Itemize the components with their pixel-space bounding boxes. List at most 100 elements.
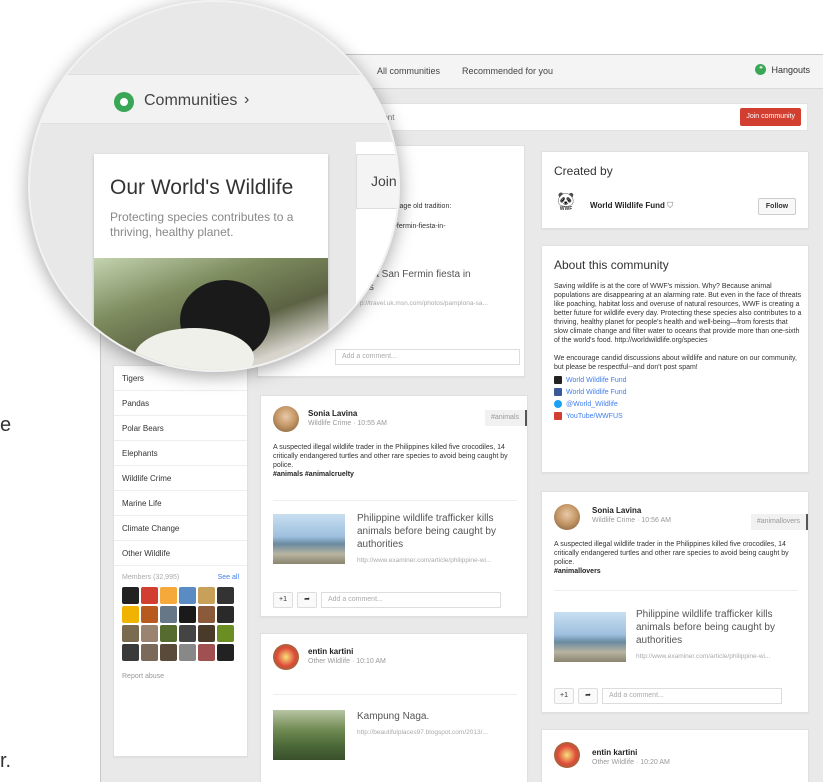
nav-item-wildlife-crime[interactable]: Wildlife Crime	[114, 466, 247, 491]
post-meta: Other Wildlife · 10:10 AM	[308, 658, 386, 665]
share-icon[interactable]: ➦	[578, 688, 598, 704]
nav-item-climate-change[interactable]: Climate Change	[114, 516, 247, 541]
left-edge-fragment-1: e	[0, 414, 12, 436]
link-url[interactable]: http://beautifulplaces97.blogspot.com/20…	[357, 729, 521, 736]
post-category[interactable]: Wildlife Crime	[308, 420, 351, 427]
nav-item-pandas[interactable]: Pandas	[114, 391, 247, 416]
divider	[273, 500, 517, 501]
link-title[interactable]: Philippine wildlife trafficker kills ani…	[636, 608, 802, 647]
member-avatar[interactable]	[160, 606, 177, 623]
post-category[interactable]: Wildlife Crime	[592, 517, 635, 524]
chevron-right-icon: ›	[244, 91, 250, 108]
link-preview[interactable]: Kampung Naga. http://beautifulplaces97.b…	[357, 710, 521, 736]
member-avatar[interactable]	[217, 587, 234, 604]
member-avatar[interactable]	[160, 587, 177, 604]
member-avatar[interactable]	[141, 625, 158, 642]
link-preview[interactable]: Philippine wildlife trafficker kills ani…	[357, 512, 521, 564]
wwf-logo[interactable]: 🐼 WWF	[556, 192, 576, 212]
created-by-title: Created by	[554, 164, 613, 178]
member-avatar-grid	[114, 581, 247, 667]
member-avatar[interactable]	[179, 625, 196, 642]
link-url[interactable]: http://www.examiner.com/article/philippi…	[357, 557, 521, 564]
post-author[interactable]: Sonia Lavina	[592, 506, 671, 515]
avatar[interactable]	[554, 504, 580, 530]
member-avatar[interactable]	[198, 625, 215, 642]
nav-item-elephants[interactable]: Elephants	[114, 441, 247, 466]
link-wwf[interactable]: World Wildlife Fund	[554, 376, 802, 384]
post-category[interactable]: Other Wildlife	[592, 759, 634, 766]
created-by-card: Created by 🐼 WWF World Wildlife Fund ⛉ F…	[541, 151, 809, 229]
member-avatar[interactable]	[179, 587, 196, 604]
post-meta: Wildlife Crime · 10:55 AM	[308, 420, 387, 427]
post-hashtags[interactable]: #animals #animalcruelty	[273, 471, 523, 478]
link-title[interactable]: Kampung Naga.	[357, 710, 521, 723]
post-category[interactable]: Other Wildlife	[308, 658, 350, 665]
follow-button[interactable]: Follow	[758, 198, 796, 215]
plus-one-button[interactable]: +1	[554, 688, 574, 704]
see-all-link[interactable]: See all	[218, 574, 239, 581]
member-avatar[interactable]	[122, 625, 139, 642]
avatar[interactable]	[273, 406, 299, 432]
post-time[interactable]: 10:10 AM	[356, 658, 386, 665]
member-avatar[interactable]	[122, 644, 139, 661]
creator-name[interactable]: World Wildlife Fund ⛉	[590, 201, 673, 211]
add-comment-input[interactable]: Add a comment...	[602, 688, 782, 704]
add-comment-input[interactable]: Add a comment...	[321, 592, 501, 608]
post-card-right: Sonia Lavina Wildlife Crime · 10:56 AM #…	[541, 491, 809, 713]
nav-item-polar-bears[interactable]: Polar Bears	[114, 416, 247, 441]
communities-breadcrumb[interactable]: Communities	[144, 92, 237, 110]
join-community-button[interactable]: Join community	[740, 108, 801, 126]
post-author[interactable]: entin kartini	[308, 647, 386, 656]
nav-item-other-wildlife[interactable]: Other Wildlife	[114, 541, 247, 566]
link-thumbnail[interactable]	[273, 514, 345, 564]
post-author[interactable]: Sonia Lavina	[308, 409, 387, 418]
post-author[interactable]: entin kartini	[592, 748, 670, 757]
member-avatar[interactable]	[160, 625, 177, 642]
link-facebook[interactable]: World Wildlife Fund	[554, 388, 802, 396]
avatar[interactable]	[554, 742, 580, 768]
link-preview[interactable]: Philippine wildlife trafficker kills ani…	[636, 608, 802, 660]
members-header: Members (32,995) See all	[114, 566, 247, 581]
link-title[interactable]: Philippine wildlife trafficker kills ani…	[357, 512, 521, 551]
plus-one-button[interactable]: +1	[273, 592, 293, 608]
about-paragraph-2: We encourage candid discussions about wi…	[554, 355, 797, 371]
member-avatar[interactable]	[217, 625, 234, 642]
link-thumbnail[interactable]	[273, 710, 345, 760]
member-avatar[interactable]	[141, 606, 158, 623]
member-avatar[interactable]	[217, 606, 234, 623]
link-youtube[interactable]: YouTube/WWFUS	[554, 412, 802, 420]
avatar[interactable]	[273, 644, 299, 670]
post-time[interactable]: 10:55 AM	[357, 420, 387, 427]
post-tag[interactable]: #animals	[484, 410, 527, 426]
divider	[273, 694, 517, 695]
member-avatar[interactable]	[198, 587, 215, 604]
post-actions: +1 ➦ Add a comment...	[554, 688, 782, 704]
nav-item-marine-life[interactable]: Marine Life	[114, 491, 247, 516]
member-avatar[interactable]	[217, 644, 234, 661]
report-abuse-link[interactable]: Report abuse	[114, 667, 247, 686]
post-time[interactable]: 10:20 AM	[640, 759, 670, 766]
link-thumbnail[interactable]	[554, 612, 626, 662]
member-avatar[interactable]	[141, 644, 158, 661]
member-avatar[interactable]	[179, 644, 196, 661]
link-url[interactable]: http://www.examiner.com/article/philippi…	[636, 653, 802, 660]
member-avatar[interactable]	[122, 606, 139, 623]
member-avatar[interactable]	[198, 606, 215, 623]
member-avatar[interactable]	[198, 644, 215, 661]
post-tag[interactable]: #animallovers	[750, 514, 808, 530]
post-hashtags[interactable]: #animallovers	[554, 568, 802, 575]
link-twitter[interactable]: @World_Wildlife	[554, 400, 802, 408]
nav-recommended[interactable]: Recommended for you	[462, 66, 553, 76]
communities-icon	[114, 92, 134, 112]
wwf-icon	[554, 376, 562, 384]
member-avatar[interactable]	[160, 644, 177, 661]
member-avatar[interactable]	[141, 587, 158, 604]
share-icon[interactable]: ➦	[297, 592, 317, 608]
lens-join-button[interactable]: Join	[356, 154, 398, 209]
member-avatar[interactable]	[179, 606, 196, 623]
hangouts-label: Hangouts	[771, 64, 810, 75]
left-edge-fragment-2: r.	[0, 750, 12, 772]
hangouts-button[interactable]: ❝ Hangouts	[755, 64, 810, 75]
member-avatar[interactable]	[122, 587, 139, 604]
post-time[interactable]: 10:56 AM	[641, 517, 671, 524]
